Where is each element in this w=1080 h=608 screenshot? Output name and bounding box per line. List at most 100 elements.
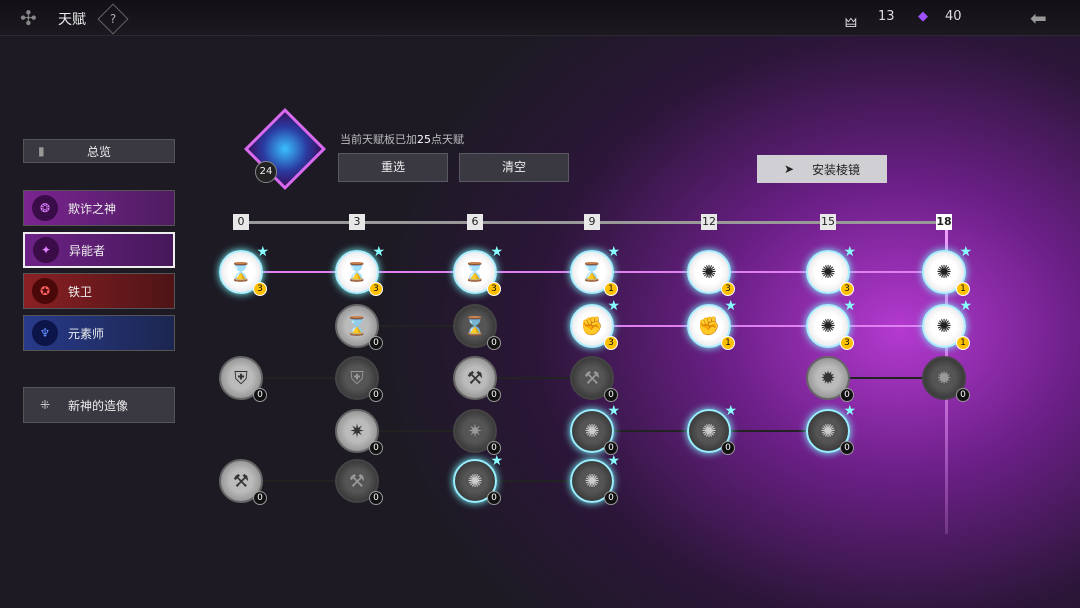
back-button[interactable]: ⬅: [1030, 6, 1047, 30]
talent-icon: ✺: [820, 420, 836, 442]
talent-node[interactable]: ✺ ★ 1: [922, 298, 972, 350]
class-tab-elementalist[interactable]: ♆ 元素师: [23, 315, 175, 351]
talent-node[interactable]: ✊ ★ 3: [570, 298, 620, 350]
talent-icon: ✹: [936, 367, 952, 389]
star-icon: ★: [724, 298, 737, 314]
clear-button[interactable]: 清空: [459, 153, 569, 182]
talent-node[interactable]: ✺ 3: [687, 250, 735, 296]
talent-icon: ✺: [936, 261, 952, 283]
talent-node[interactable]: ⌛ ★ 3: [453, 244, 503, 296]
install-prism-label: 安装棱镜: [812, 162, 861, 177]
talent-node[interactable]: ⛨ 0: [219, 356, 267, 402]
talent-rank: 1: [604, 282, 618, 296]
star-icon: ★: [959, 298, 972, 314]
track-tick: 3: [349, 214, 365, 230]
send-icon: ➤: [783, 162, 795, 176]
track-tick: 0: [233, 214, 249, 230]
overview-label: 总览: [86, 144, 111, 159]
talent-icon: ✺: [467, 470, 483, 492]
talent-node[interactable]: ✺ ★ 3: [806, 298, 856, 350]
star-icon: ★: [607, 244, 620, 260]
talent-icon: ⛨: [350, 367, 364, 389]
talent-node[interactable]: ⚒ 0: [219, 459, 267, 505]
talent-node[interactable]: ✺ ★ 0: [687, 403, 737, 455]
install-prism-button[interactable]: ➤ 安装棱镜: [757, 155, 887, 183]
talent-rank: 1: [956, 282, 970, 296]
talent-node[interactable]: ✺ ★ 0: [806, 403, 856, 455]
track-tick: 15: [820, 214, 836, 230]
talent-node[interactable]: ⚒ 0: [570, 356, 618, 402]
help-button[interactable]: ?: [97, 3, 129, 35]
gem-currency-icon: ◆: [918, 9, 928, 24]
talent-node[interactable]: ⌛ 0: [453, 304, 501, 350]
gem-currency-count: 40: [945, 9, 962, 24]
desc-prefix: 当前天赋板已加: [340, 133, 417, 146]
talent-node[interactable]: ✷ 0: [335, 409, 383, 455]
talent-node[interactable]: ✹ 0: [806, 356, 854, 402]
talent-node[interactable]: ⚒ 0: [335, 459, 383, 505]
esper-icon: ✦: [33, 237, 59, 263]
talent-rank: 3: [253, 282, 267, 296]
desc-points: 25: [417, 133, 431, 146]
class-tab-trickster-god[interactable]: ❂ 欺诈之神: [23, 190, 175, 226]
talent-node[interactable]: ✊ ★ 1: [687, 298, 737, 350]
grid-icon: ⁜: [39, 398, 51, 412]
talent-rank: 3: [369, 282, 383, 296]
star-icon: ★: [843, 244, 856, 260]
talent-level-badge: 24: [255, 161, 277, 183]
talent-icon: ✹: [820, 367, 836, 389]
talent-node[interactable]: ⌛ ★ 3: [335, 244, 385, 296]
statue-label: 新神的造像: [68, 398, 129, 413]
talent-icon: ⌛: [580, 261, 604, 283]
talent-icon: ✺: [820, 315, 836, 337]
talent-rank: 0: [956, 388, 970, 402]
talent-node[interactable]: ⛨ 0: [335, 356, 383, 402]
talent-node[interactable]: ⌛ ★ 3: [219, 244, 269, 296]
talent-icon: ⛨: [234, 367, 248, 389]
star-icon: ★: [607, 403, 620, 419]
talent-icon: ⌛: [345, 261, 369, 283]
talent-icon: ✷: [349, 420, 365, 442]
talent-rank: 0: [604, 491, 618, 505]
talent-node[interactable]: ⌛ 0: [335, 304, 383, 350]
talent-rank: 0: [840, 441, 854, 455]
class-tab-guardian[interactable]: ✪ 铁卫: [23, 273, 175, 309]
star-icon: ★: [372, 244, 385, 260]
reset-button[interactable]: 重选: [338, 153, 448, 182]
talent-node[interactable]: ✺ ★ 0: [570, 403, 620, 455]
talent-icon: ⚒: [466, 367, 484, 389]
class-label: 异能者: [69, 243, 106, 258]
talent-node[interactable]: ✷ 0: [453, 409, 501, 455]
talent-rank: 1: [956, 336, 970, 350]
track-tick: 12: [701, 214, 717, 230]
talent-rank: 0: [369, 491, 383, 505]
talent-rank: 0: [487, 336, 501, 350]
page-title: 天赋: [58, 12, 86, 28]
talent-icon: ⌛: [463, 315, 487, 337]
guardian-icon: ✪: [32, 278, 58, 304]
talent-node[interactable]: ⚒ 0: [453, 356, 501, 402]
track-tick: 9: [584, 214, 600, 230]
star-icon: ★: [256, 244, 269, 260]
talent-icon: ✺: [584, 470, 600, 492]
help-label: ?: [109, 12, 117, 26]
new-god-statue-button[interactable]: ⁜ 新神的造像: [23, 387, 175, 423]
star-icon: ★: [843, 298, 856, 314]
talent-node[interactable]: ⌛ ★ 1: [570, 244, 620, 296]
talent-icon: ⚒: [348, 470, 366, 492]
star-icon: ★: [843, 403, 856, 419]
talent-node[interactable]: ✹ 0: [922, 356, 970, 402]
talent-rank: 3: [840, 282, 854, 296]
class-tab-esper[interactable]: ✦ 异能者: [23, 232, 175, 268]
talent-node[interactable]: ✺ ★ 3: [806, 244, 856, 296]
talent-icon: ⌛: [463, 261, 487, 283]
talent-rank: 3: [721, 282, 735, 296]
top-bar: ✣ 天赋 ? 🜲 13 ◆ 40 ⬅: [0, 0, 1080, 36]
talent-tree-icon: ✣: [20, 6, 37, 30]
talent-icon: ⚒: [583, 367, 601, 389]
talent-node[interactable]: ✺ ★ 1: [922, 244, 972, 296]
star-icon: ★: [607, 298, 620, 314]
overview-button[interactable]: ▮ 总览: [23, 139, 175, 163]
talent-node[interactable]: ✺ ★ 0: [453, 453, 503, 505]
talent-node[interactable]: ✺ ★ 0: [570, 453, 620, 505]
